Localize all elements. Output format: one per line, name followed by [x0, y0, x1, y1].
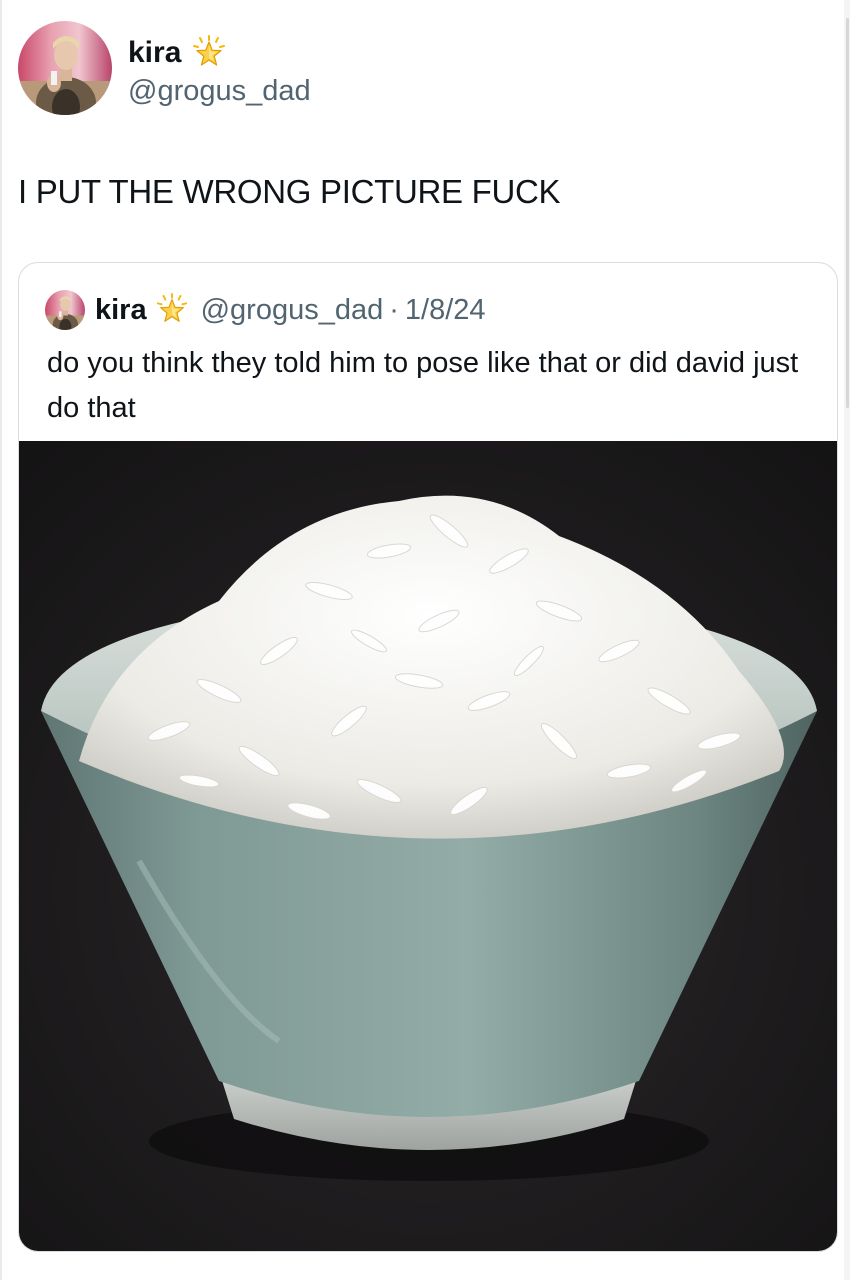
author-names: kira @grogus_dad [128, 31, 311, 106]
meta-separator: · [389, 293, 399, 326]
avatar-photo [18, 21, 112, 115]
quoted-tweet-header: kira @grogus_dad · 1/8/24 [45, 289, 486, 331]
avatar[interactable] [18, 21, 112, 115]
rice-bowl-image [19, 441, 837, 1251]
quoted-handle[interactable]: @grogus_dad [201, 294, 384, 327]
tweet-text: I PUT THE WRONG PICTURE FUCK [18, 173, 561, 210]
scrollbar-thumb[interactable] [846, 18, 849, 408]
left-divider [0, 0, 2, 1280]
display-name-row: kira [128, 31, 311, 75]
quoted-date[interactable]: 1/8/24 [405, 294, 486, 327]
quoted-tweet-text: do you think they told him to pose like … [47, 347, 799, 424]
display-name[interactable]: kira [128, 37, 181, 68]
sparkle-star-badge-icon [156, 293, 187, 322]
sparkle-star-badge-icon [193, 34, 226, 66]
handle[interactable]: @grogus_dad [128, 76, 311, 106]
quoted-media-photo[interactable] [19, 441, 837, 1251]
tweet-header: kira @grogus_dad [18, 20, 311, 116]
quoted-tweet-card[interactable]: kira @grogus_dad · 1/8/24 do you think t… [18, 262, 838, 1252]
tweet-page: kira @grogus_dad I PUT THE WRONG PICTURE… [0, 0, 850, 1280]
scrollbar[interactable] [844, 0, 850, 1280]
quoted-avatar-photo [45, 290, 85, 330]
quoted-display-name[interactable]: kira [95, 294, 147, 327]
quoted-avatar[interactable] [45, 290, 85, 330]
